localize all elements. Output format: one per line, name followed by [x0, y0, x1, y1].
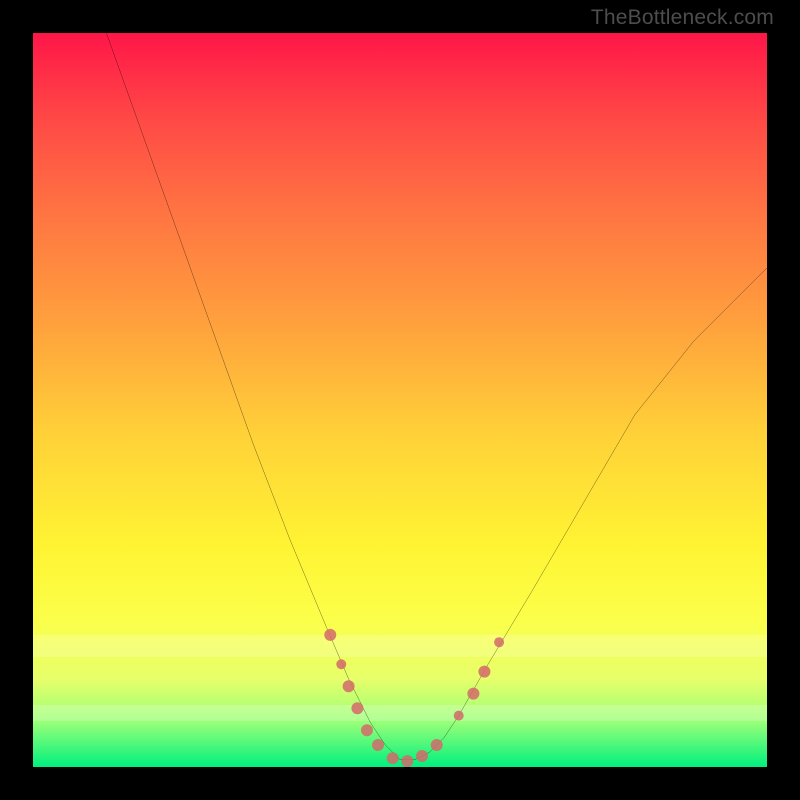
watermark-text: TheBottleneck.com — [591, 6, 774, 30]
marker-dot — [416, 750, 428, 762]
marker-dot — [324, 629, 336, 641]
marker-dot — [343, 680, 355, 692]
marker-dot — [336, 659, 346, 669]
marker-dot — [494, 637, 504, 647]
bottleneck-curve-path — [106, 33, 767, 760]
plot-area — [33, 33, 767, 767]
marker-dot — [478, 666, 490, 678]
curve-layer — [33, 33, 767, 767]
marker-dot — [431, 739, 443, 751]
curve-line — [106, 33, 767, 760]
marker-dot — [372, 739, 384, 751]
chart-frame: TheBottleneck.com — [0, 0, 800, 800]
marker-dot — [454, 711, 464, 721]
curve-markers — [324, 629, 504, 767]
marker-dot — [467, 688, 479, 700]
marker-dot — [387, 752, 399, 764]
marker-dot — [351, 702, 363, 714]
marker-dot — [361, 724, 373, 736]
marker-dot — [401, 755, 413, 767]
